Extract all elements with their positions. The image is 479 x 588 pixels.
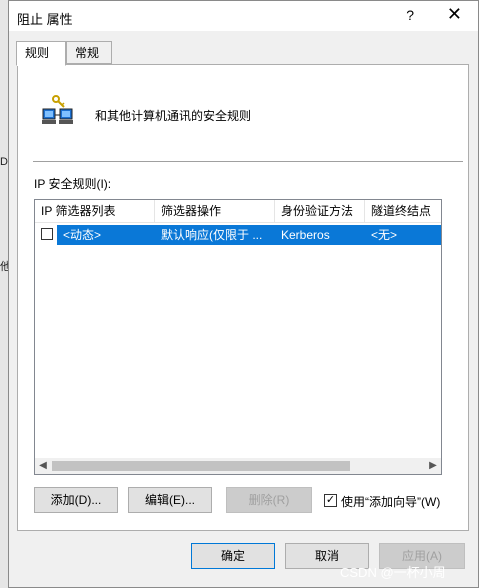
use-wizard-checkbox[interactable]: ✓ — [324, 494, 337, 507]
list-header: IP 筛选器列表 筛选器操作 身份验证方法 隧道终结点 — [35, 200, 441, 223]
column-header-filter-list[interactable]: IP 筛选器列表 — [35, 200, 155, 222]
cell-filter-action: 默认响应(仅限于 ... — [161, 228, 263, 242]
remove-button[interactable]: 删除(R) — [226, 487, 312, 513]
cell-tunnel-endpoint: <无> — [371, 228, 398, 242]
header-description: 和其他计算机通讯的安全规则 — [95, 109, 252, 123]
scrollbar-thumb[interactable] — [52, 461, 350, 471]
title-bar: 阻止 属性 ? ✕ — [9, 1, 478, 31]
horizontal-scrollbar[interactable]: ◀ ▶ — [35, 458, 441, 474]
column-header-filter-action[interactable]: 筛选器操作 — [155, 200, 275, 222]
close-button[interactable]: ✕ — [447, 4, 462, 25]
scroll-right-icon[interactable]: ▶ — [425, 458, 441, 474]
selection-highlight: <动态> 默认响应(仅限于 ... Kerberos <无> — [57, 225, 441, 245]
tab-general[interactable]: 常规 — [66, 41, 112, 64]
cell-auth-method: Kerberos — [281, 228, 330, 242]
background-text-fragment: D — [0, 156, 8, 168]
use-wizard-label: 使用“添加向导”(W) — [341, 495, 441, 509]
add-button[interactable]: 添加(D)... — [34, 487, 118, 513]
column-header-auth-method[interactable]: 身份验证方法 — [275, 200, 365, 222]
cell-filter-list: <动态> — [63, 228, 102, 242]
ok-button[interactable]: 确定 — [191, 543, 275, 569]
separator — [33, 161, 463, 162]
rules-label: IP 安全规则(I): — [34, 177, 112, 191]
column-header-tunnel-endpoint[interactable]: 隧道终结点 — [365, 200, 441, 222]
help-button[interactable]: ? — [406, 7, 414, 23]
rule-checkbox[interactable] — [41, 228, 53, 240]
watermark: CSDN @一杯小周 — [340, 565, 446, 580]
network-computers-key-icon — [42, 95, 73, 124]
table-row[interactable]: <动态> 默认响应(仅限于 ... Kerberos <无> — [35, 225, 441, 245]
rules-list[interactable]: IP 筛选器列表 筛选器操作 身份验证方法 隧道终结点 <动态> 默认响应(仅限… — [34, 199, 442, 475]
dialog-title: 阻止 属性 — [17, 12, 73, 27]
rules-panel: 和其他计算机通讯的安全规则 IP 安全规则(I): IP 筛选器列表 筛选器操作… — [17, 64, 469, 531]
properties-dialog: 阻止 属性 ? ✕ 规则 常规 和其他计算机通讯的安全规则 IP 安全规则(I)… — [8, 0, 479, 588]
tab-rules[interactable]: 规则 — [16, 41, 66, 66]
scroll-left-icon[interactable]: ◀ — [35, 458, 51, 474]
edit-button[interactable]: 编辑(E)... — [128, 487, 212, 513]
